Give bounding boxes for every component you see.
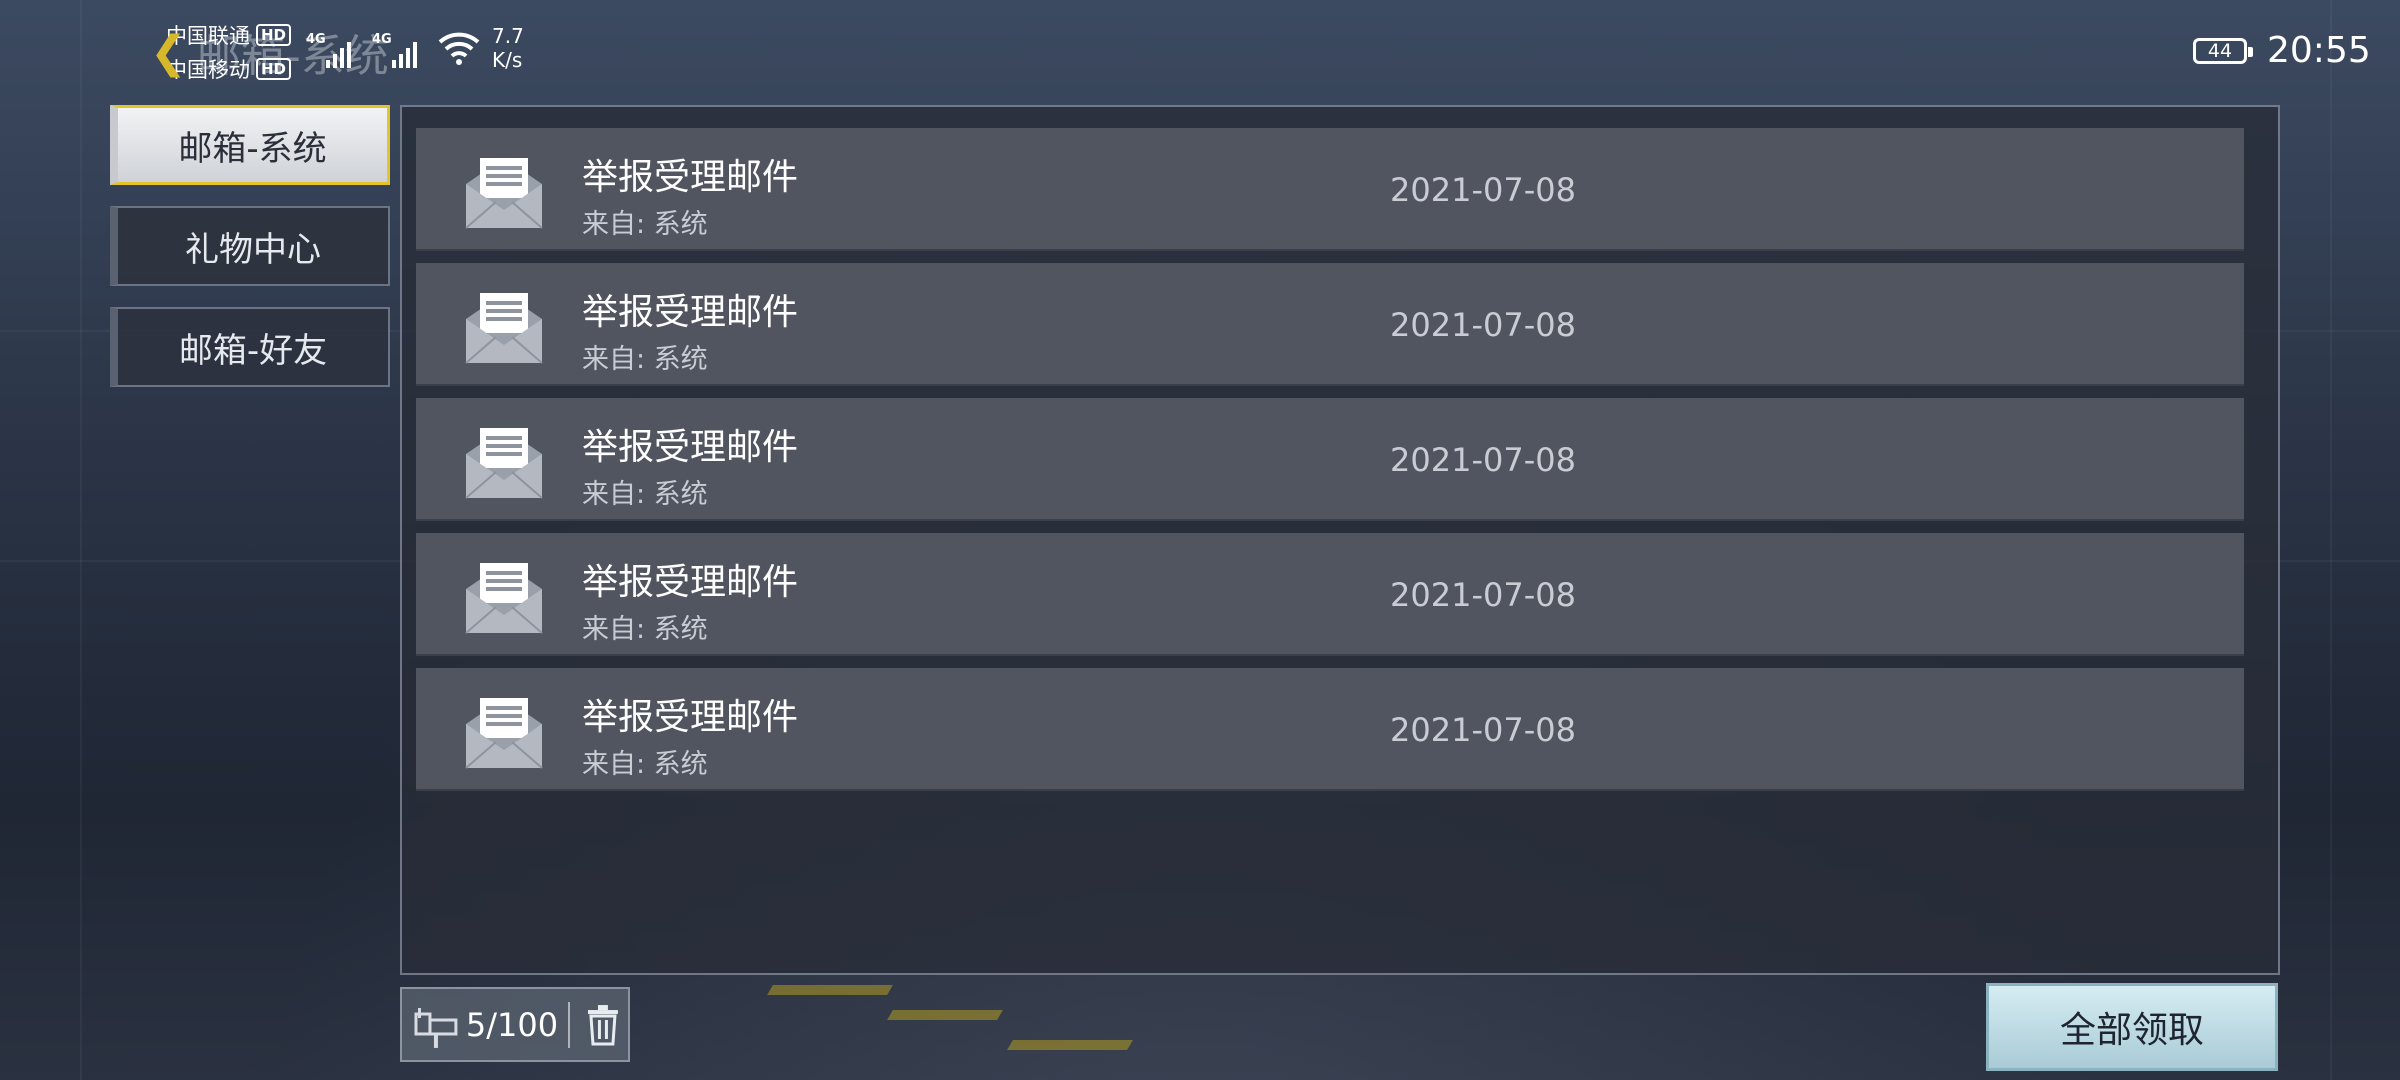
page-title: 邮箱-系统	[196, 31, 389, 82]
wifi-icon	[438, 32, 480, 65]
bg-grid-line	[80, 0, 82, 1080]
mail-sender: 来自: 系统	[582, 209, 708, 240]
mail-date: 2021-07-08	[1390, 576, 1576, 614]
mail-date: 2021-07-08	[1390, 711, 1576, 749]
trash-icon[interactable]	[578, 1000, 628, 1050]
claim-all-label: 全部领取	[2059, 1010, 2204, 1051]
clock: 20:55	[2267, 30, 2371, 71]
mail-sender: 来自: 系统	[582, 479, 708, 510]
battery-level: 44	[2207, 40, 2233, 62]
envelope-open-icon	[465, 698, 543, 769]
mail-title: 举报受理邮件	[582, 157, 799, 198]
envelope-open-icon	[465, 563, 543, 634]
back-button[interactable]: ❮ 邮箱-系统	[150, 20, 389, 84]
envelope-open-icon	[465, 428, 543, 499]
bg-grid-line	[2330, 0, 2332, 1080]
mail-date: 2021-07-08	[1390, 306, 1576, 344]
mail-sender: 来自: 系统	[582, 614, 708, 645]
speed-value: 7.7	[492, 24, 524, 48]
mail-sender: 来自: 系统	[582, 749, 708, 780]
mail-title: 举报受理邮件	[582, 697, 799, 738]
envelope-open-icon	[465, 293, 543, 364]
mailbox-counter: 5/100	[400, 987, 630, 1062]
mail-row[interactable]: 举报受理邮件 来自: 系统 2021-07-08	[416, 128, 2244, 251]
counter-divider	[568, 1001, 571, 1048]
tab-mail-system[interactable]: 邮箱-系统	[110, 105, 390, 185]
mail-row[interactable]: 举报受理邮件 来自: 系统 2021-07-08	[416, 263, 2244, 386]
battery-icon: 44	[2193, 38, 2253, 64]
mail-title: 举报受理邮件	[582, 562, 799, 603]
mail-title: 举报受理邮件	[582, 427, 799, 468]
mail-sender: 来自: 系统	[582, 344, 708, 375]
mail-count: 5/100	[465, 1005, 559, 1044]
mailbox-icon	[414, 1007, 458, 1048]
speed-unit: K/s	[492, 48, 523, 72]
mail-list-panel: 举报受理邮件 来自: 系统 2021-07-08 举报受理邮件 来自: 系统 2…	[400, 105, 2280, 975]
mail-row[interactable]: 举报受理邮件 来自: 系统 2021-07-08	[416, 533, 2244, 656]
tab-gift-center[interactable]: 礼物中心	[110, 206, 390, 286]
back-arrow-icon: ❮	[150, 26, 187, 78]
bg-road-stripe	[767, 985, 893, 995]
tab-mail-system-label: 邮箱-系统	[178, 128, 327, 169]
tab-mail-friends-label: 邮箱-好友	[178, 330, 328, 371]
mail-title: 举报受理邮件	[582, 292, 799, 333]
envelope-open-icon	[465, 158, 543, 229]
tab-mail-friends[interactable]: 邮箱-好友	[110, 307, 390, 387]
claim-all-button[interactable]: 全部领取	[1986, 983, 2278, 1071]
network-speed: 7.7 K/s	[492, 24, 524, 72]
mail-row[interactable]: 举报受理邮件 来自: 系统 2021-07-08	[416, 668, 2244, 791]
mail-row[interactable]: 举报受理邮件 来自: 系统 2021-07-08	[416, 398, 2244, 521]
mail-date: 2021-07-08	[1390, 441, 1576, 479]
bg-road-stripe	[1007, 1040, 1133, 1050]
mail-date: 2021-07-08	[1390, 171, 1576, 209]
signal-icon	[392, 40, 417, 68]
tab-gift-center-label: 礼物中心	[185, 229, 321, 270]
bg-road-stripe	[887, 1010, 1003, 1020]
